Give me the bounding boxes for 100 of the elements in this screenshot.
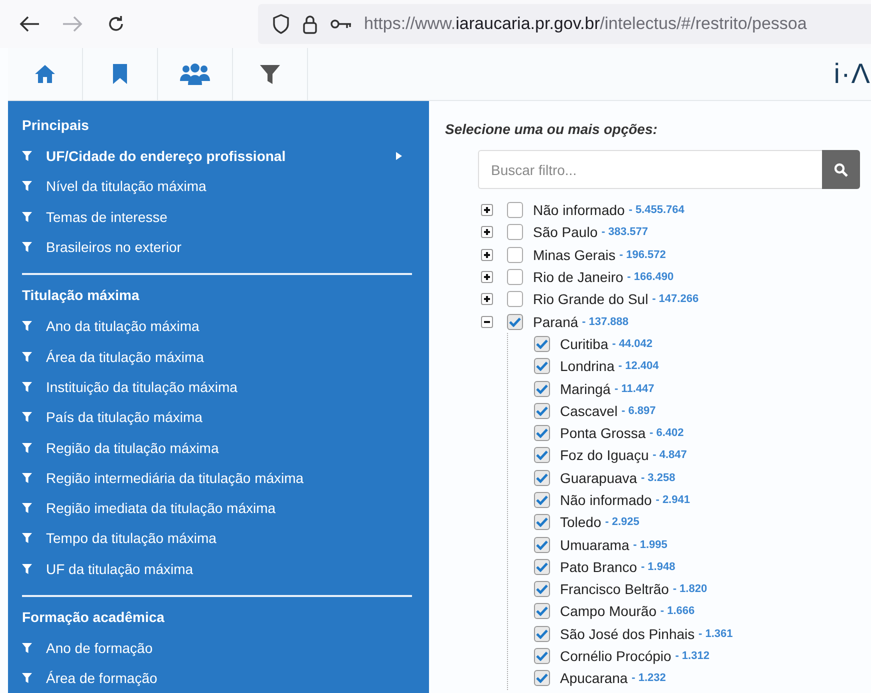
back-icon[interactable]: [18, 15, 40, 33]
option-label: Cascavel: [560, 402, 618, 419]
check-icon: [536, 338, 548, 349]
checkbox[interactable]: [534, 402, 550, 419]
check-icon: [536, 628, 548, 639]
checkbox[interactable]: [534, 358, 550, 374]
checkbox[interactable]: [534, 380, 550, 397]
check-icon: [536, 673, 548, 684]
filter-option[interactable]: Tempo da titulação máxima: [22, 523, 426, 554]
filter-option[interactable]: Área de formação: [22, 663, 426, 693]
plus-icon: [483, 273, 491, 282]
option-count: - 1.666: [660, 605, 695, 618]
option-count: - 44.042: [612, 338, 653, 350]
filter-option[interactable]: UF da titulação máxima: [22, 554, 426, 584]
option-label: Rio de Janeiro: [533, 269, 624, 286]
filter-option[interactable]: UF/Cidade do endereço profissional: [22, 141, 426, 172]
arrow-icon: [396, 152, 402, 160]
home-icon: [34, 64, 56, 84]
filter-option[interactable]: Brasileiros no exterior: [22, 232, 426, 262]
filter-icon: [22, 673, 32, 684]
check-icon: [536, 450, 548, 460]
filter-option[interactable]: Ano de formação: [22, 632, 426, 664]
checkbox[interactable]: [507, 314, 523, 330]
checkbox[interactable]: [534, 470, 550, 486]
reload-icon[interactable]: [106, 14, 126, 34]
filter-icon: [22, 321, 32, 332]
filter-icon: [22, 242, 32, 252]
check-icon: [509, 316, 521, 327]
plus-icon: [483, 206, 491, 214]
checkbox[interactable]: [507, 269, 523, 286]
filter-icon: [22, 564, 32, 574]
option-count: - 5.455.764: [628, 204, 684, 216]
option-count: - 166.490: [627, 271, 674, 284]
checkbox[interactable]: [507, 224, 523, 240]
checkbox[interactable]: [534, 514, 550, 530]
check-icon: [536, 651, 548, 662]
option-label: Minas Gerais: [533, 246, 616, 263]
option-label: Guarapuava: [560, 470, 638, 486]
filter-option[interactable]: Região intermediária da titulação máxima: [22, 462, 426, 493]
filter-icon: [22, 643, 32, 653]
check-icon: [536, 584, 548, 594]
option-label: Pato Branco: [560, 558, 638, 575]
option-count: - 1.312: [675, 650, 710, 662]
check-icon: [536, 406, 548, 416]
filter-option[interactable]: Instituição da titulação máxima: [22, 372, 426, 402]
search-icon: [834, 162, 848, 176]
check-icon: [536, 562, 548, 572]
collapse-button[interactable]: [481, 316, 493, 328]
option-count: - 137.888: [582, 316, 629, 328]
section-heading: Principais: [22, 116, 89, 135]
checkbox[interactable]: [534, 336, 550, 352]
checkbox[interactable]: [534, 492, 550, 508]
filter-option[interactable]: Nível da titulação máxima: [22, 171, 426, 202]
check-icon: [536, 361, 548, 372]
search-button[interactable]: [822, 150, 860, 189]
option-label: São Paulo: [533, 224, 598, 240]
filter-icon: [22, 412, 32, 422]
checkbox[interactable]: [534, 536, 550, 553]
option-label: Maringá: [560, 380, 611, 397]
filter-option[interactable]: Região da titulação máxima: [22, 432, 426, 463]
expand-button[interactable]: [481, 293, 493, 306]
filter-option[interactable]: Temas de interesse: [22, 202, 426, 232]
expand-button[interactable]: [481, 226, 493, 238]
option-label: Foz do Iguaçu: [560, 447, 649, 464]
check-icon: [536, 384, 548, 394]
option-count: - 196.572: [619, 248, 666, 261]
filter-option[interactable]: Região imediata da titulação máxima: [22, 492, 426, 524]
option-label: Londrina: [560, 358, 614, 374]
expand-button[interactable]: [481, 204, 493, 216]
checkbox[interactable]: [534, 603, 550, 620]
instruction-text: Selecione uma ou mais opções:: [445, 121, 658, 137]
checkbox[interactable]: [507, 291, 523, 308]
filter-option[interactable]: Área da titulação máxima: [22, 341, 426, 372]
expand-button[interactable]: [481, 248, 493, 261]
option-count: - 3.258: [640, 472, 676, 484]
checkbox[interactable]: [534, 626, 550, 642]
expand-button[interactable]: [481, 271, 493, 284]
filter-icon: [22, 151, 32, 162]
key-icon[interactable]: [330, 18, 352, 30]
checkbox[interactable]: [507, 202, 523, 218]
option-label: São José dos Pinhais: [560, 626, 695, 642]
filter-option[interactable]: Ano da titulação máxima: [22, 311, 426, 342]
checkbox[interactable]: [507, 246, 523, 263]
checkbox[interactable]: [534, 648, 550, 664]
checkbox[interactable]: [534, 447, 550, 464]
checkbox[interactable]: [534, 670, 550, 686]
checkbox[interactable]: [534, 558, 550, 575]
option-count: - 1.232: [632, 672, 666, 684]
bookmark-icon: [112, 64, 128, 84]
search-field[interactable]: Buscar filtro...: [478, 150, 822, 189]
filter-option[interactable]: País da titulação máxima: [22, 402, 426, 432]
shield-icon[interactable]: [272, 14, 290, 34]
checkbox[interactable]: [534, 581, 550, 598]
filter-icon: [260, 64, 280, 84]
checkbox[interactable]: [534, 425, 550, 442]
option-count: - 6.402: [650, 427, 684, 440]
lock-icon[interactable]: [302, 14, 318, 34]
option-label: Toledo: [560, 514, 602, 530]
filter-icon: [22, 442, 32, 453]
option-label: Não informado: [560, 492, 652, 508]
